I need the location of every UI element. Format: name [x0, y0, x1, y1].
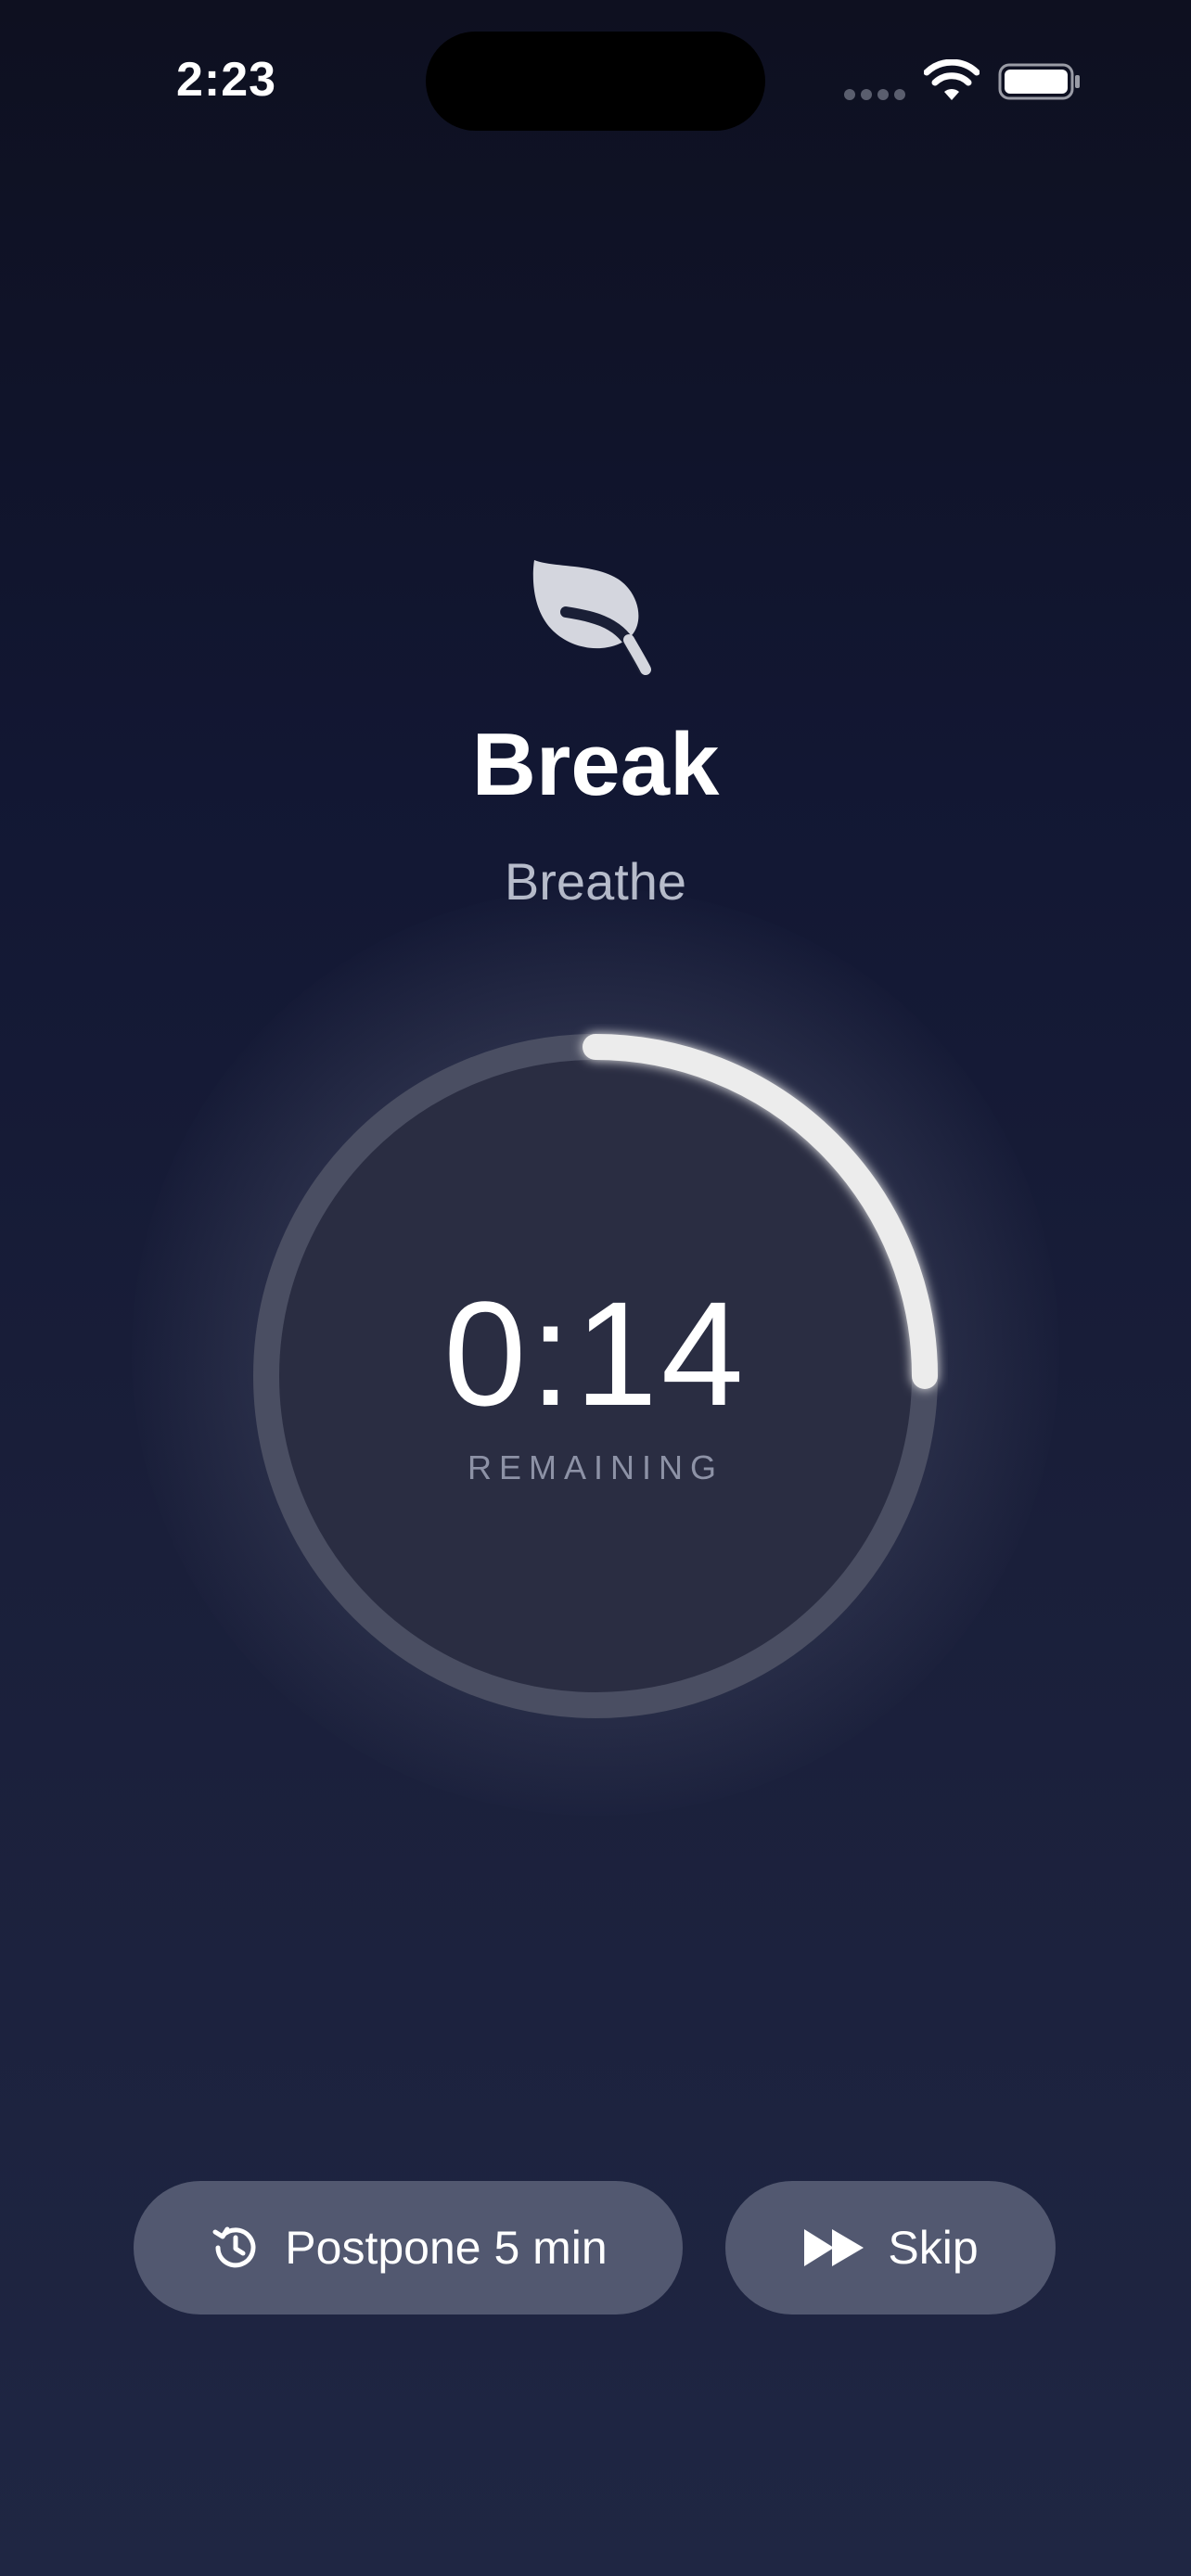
dynamic-island — [426, 32, 765, 131]
skip-label: Skip — [888, 2222, 979, 2274]
status-time: 2:23 — [176, 53, 277, 107]
fast-forward-icon — [804, 2229, 864, 2266]
break-title: Break — [471, 715, 720, 814]
leaf-icon — [532, 560, 651, 675]
postpone-button[interactable]: Postpone 5 min — [134, 2181, 683, 2315]
cellular-signal-icon — [844, 89, 905, 100]
timer-caption: REMAINING — [467, 1448, 724, 1486]
wifi-icon — [924, 59, 980, 100]
postpone-label: Postpone 5 min — [285, 2222, 608, 2274]
timer-value: 0:14 — [443, 1270, 748, 1436]
battery-icon — [998, 63, 1080, 100]
clock-history-icon — [212, 2226, 256, 2268]
skip-button[interactable]: Skip — [725, 2181, 1056, 2315]
status-bar: 2:23 — [0, 0, 1191, 167]
